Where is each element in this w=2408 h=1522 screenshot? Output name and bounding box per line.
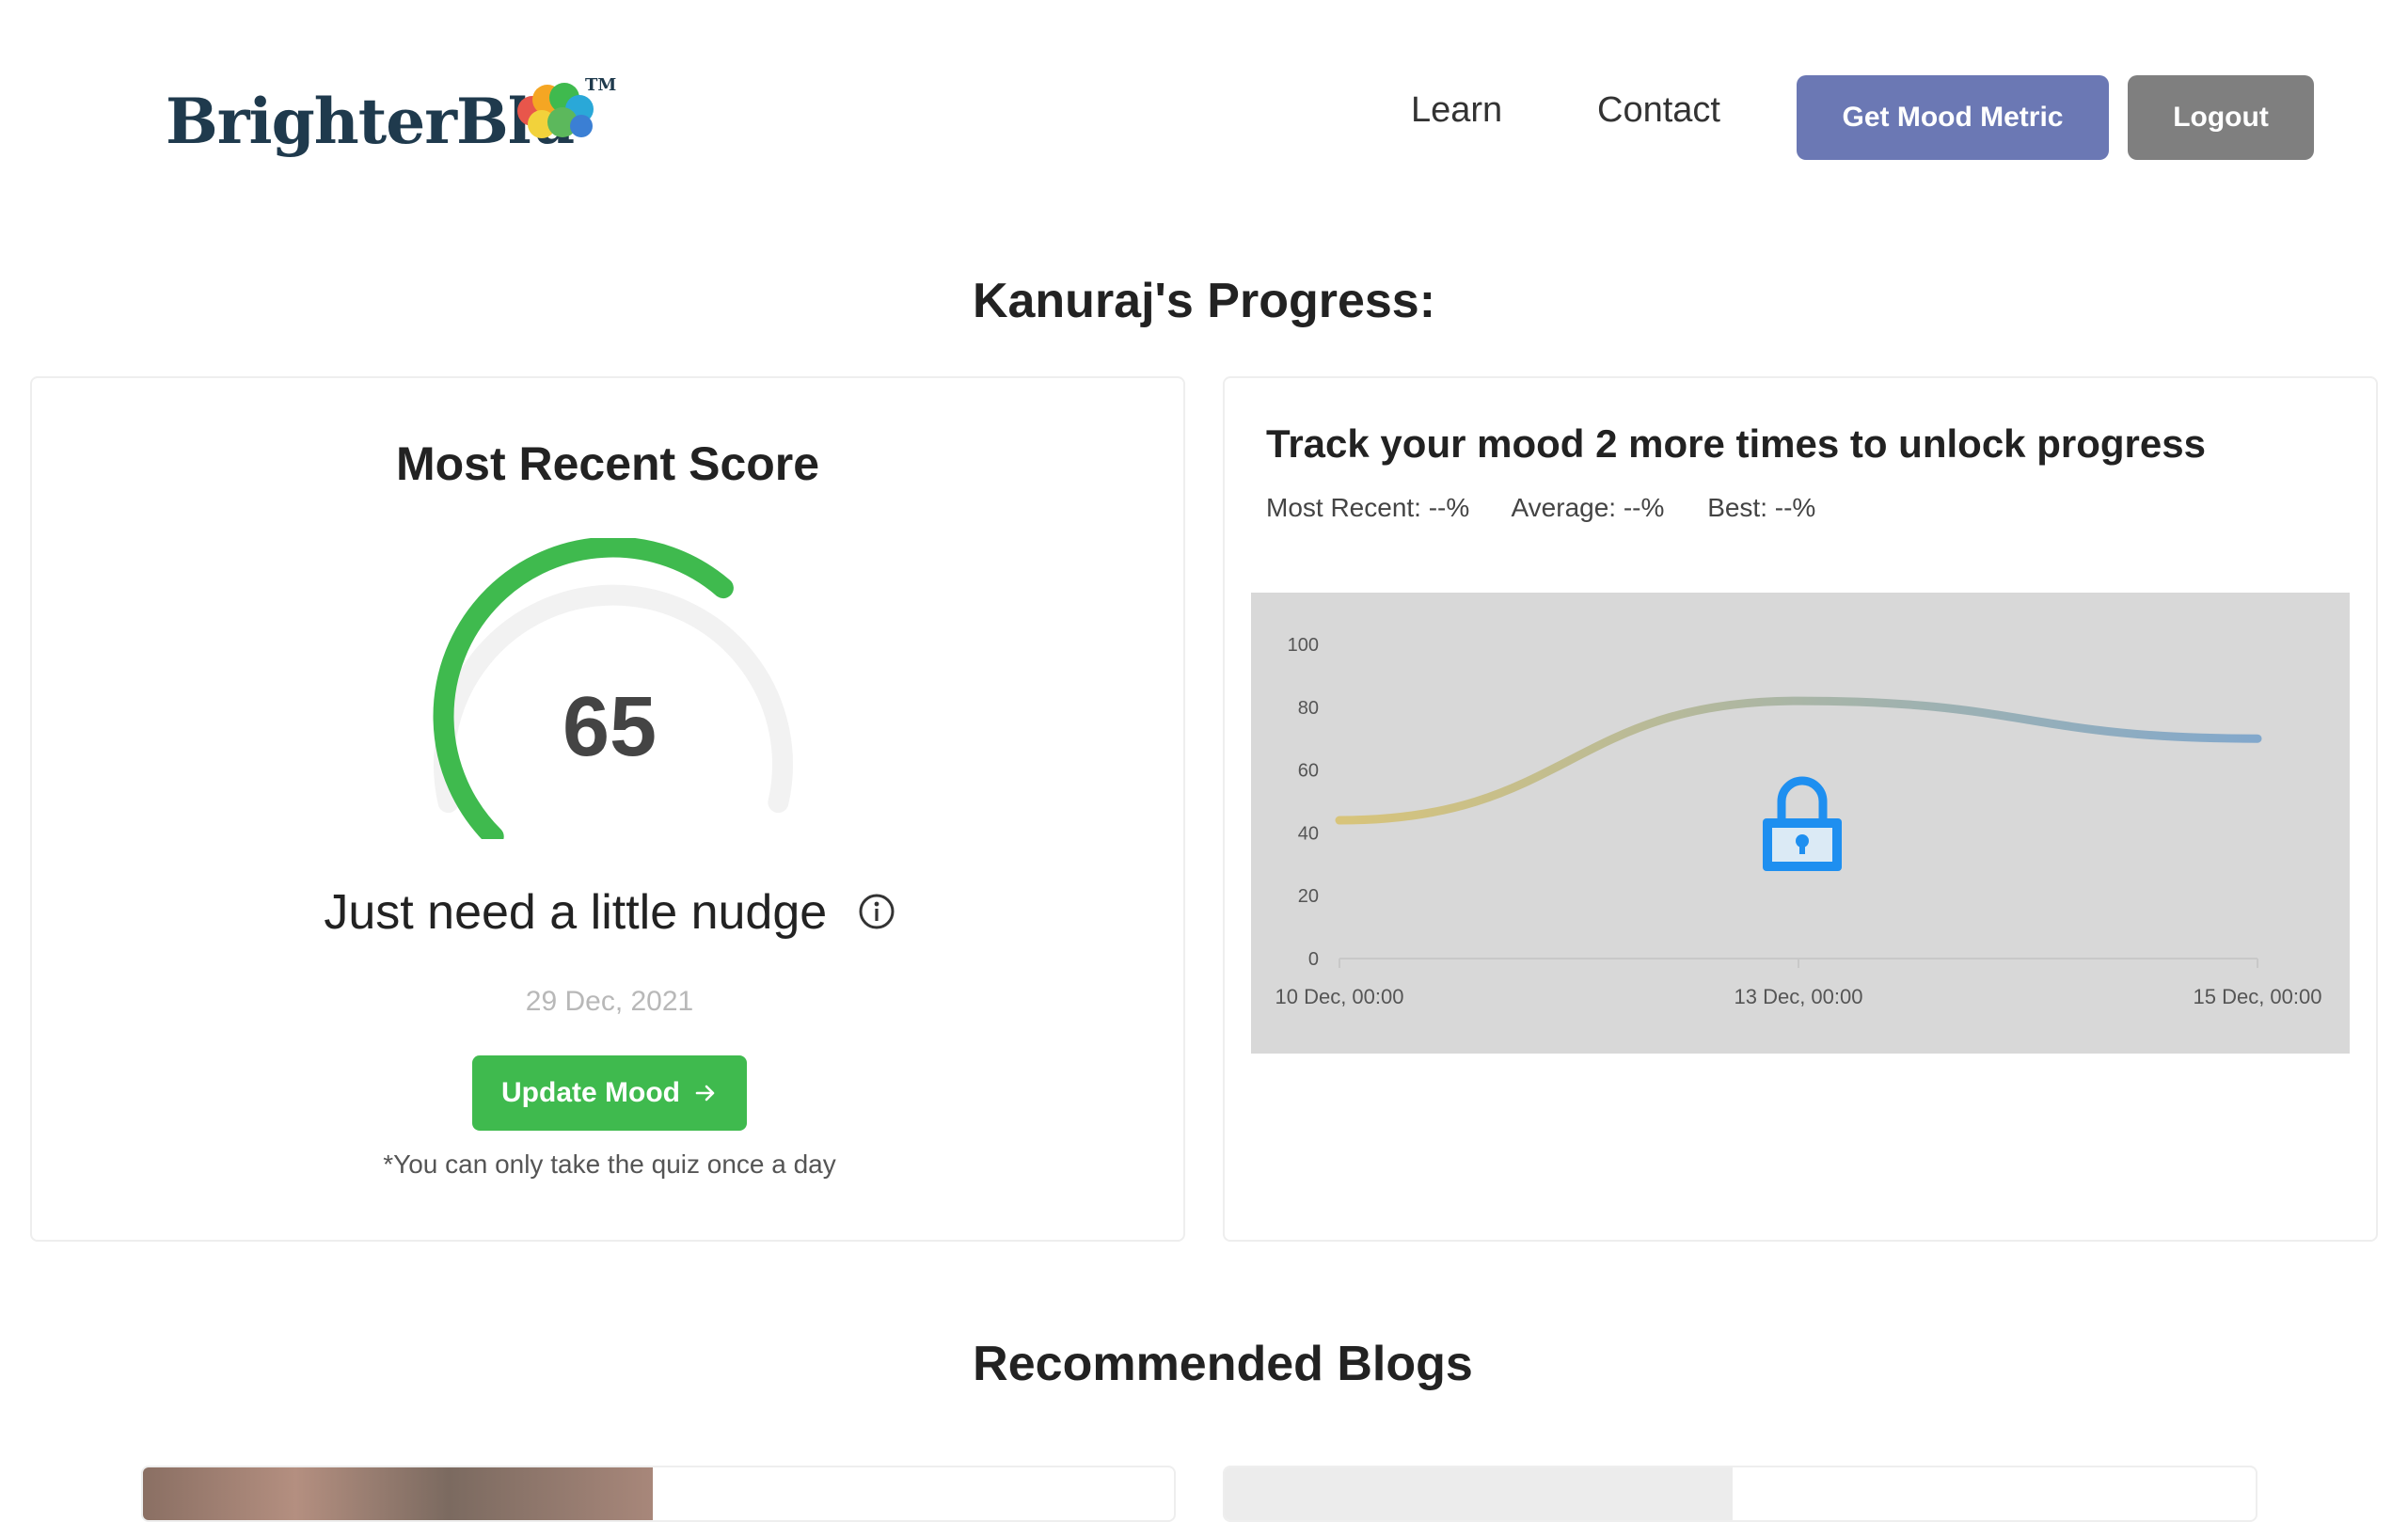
score-message-row: Just need a little nudge (32, 884, 1187, 941)
header: BrighterBlu TM Learn Contact Get Mood Me… (0, 0, 2408, 235)
page-title: Kanuraj's Progress: (972, 274, 1436, 328)
progress-stats: Most Recent: --% Average: --% Best: --% (1266, 493, 1851, 523)
blog-card[interactable] (141, 1466, 1176, 1522)
trademark: TM (585, 75, 617, 95)
blog-card[interactable] (1223, 1466, 2258, 1522)
recommended-blogs-title: Recommended Blogs (973, 1337, 1473, 1391)
update-mood-button[interactable]: Update Mood (472, 1055, 747, 1131)
quiz-limit-note: *You can only take the quiz once a day (383, 1149, 836, 1179)
mood-chart: 0 20 40 60 80 100 10 Dec, 00:00 13 Dec, 00:00 1… (1251, 593, 2350, 1054)
get-mood-metric-button[interactable]: Get Mood Metric (1797, 75, 2109, 160)
y-tick-label: 20 (1298, 886, 1319, 907)
nav-learn-link[interactable]: Learn (1411, 90, 1502, 131)
x-tick-label: 13 Dec, 00:00 (1735, 985, 1863, 1008)
y-tick-label: 40 (1298, 823, 1319, 844)
lock-icon (1763, 776, 1842, 871)
blog-thumbnail (1225, 1467, 1733, 1520)
stat-average: Average: --% (1511, 493, 1665, 522)
y-tick-label: 100 (1288, 635, 1319, 656)
x-tick-label: 10 Dec, 00:00 (1275, 985, 1404, 1008)
recent-score-card: Most Recent Score 65 Just need a little … (30, 376, 1185, 1242)
recent-score-title: Most Recent Score (395, 437, 820, 490)
nav-contact-link[interactable]: Contact (1597, 90, 1720, 131)
stat-best: Best: --% (1707, 493, 1816, 522)
y-tick-label: 0 (1308, 949, 1319, 970)
score-date: 29 Dec, 2021 (525, 986, 694, 1017)
score-value: 65 (562, 680, 657, 774)
y-tick-label: 80 (1298, 698, 1319, 719)
progress-card: Track your mood 2 more times to unlock p… (1223, 376, 2378, 1242)
info-icon[interactable] (858, 893, 895, 930)
arrow-right-icon (695, 1085, 715, 1102)
brand-logo[interactable]: BrighterBlu TM (166, 75, 617, 160)
x-tick-label: 15 Dec, 00:00 (2194, 985, 2322, 1008)
blog-thumbnail (143, 1467, 653, 1520)
score-message: Just need a little nudge (324, 885, 828, 940)
update-mood-label: Update Mood (501, 1077, 680, 1108)
y-tick-label: 60 (1298, 761, 1319, 782)
logout-button[interactable]: Logout (2128, 75, 2314, 160)
stat-most-recent: Most Recent: --% (1266, 493, 1470, 522)
progress-title: Track your mood 2 more times to unlock p… (1266, 421, 2206, 466)
